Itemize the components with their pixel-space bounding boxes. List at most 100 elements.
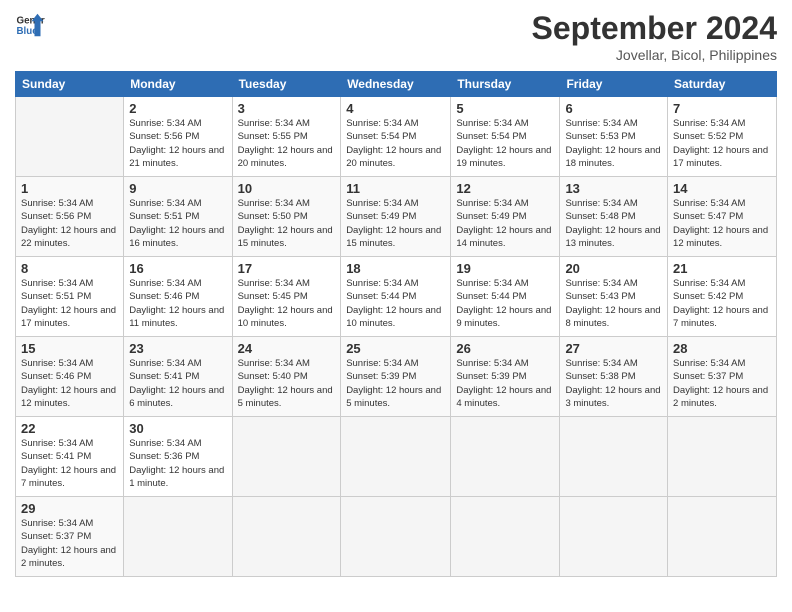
table-row: 23Sunrise: 5:34 AMSunset: 5:41 PMDayligh… — [124, 337, 232, 417]
day-detail: Sunrise: 5:34 AMSunset: 5:39 PMDaylight:… — [346, 357, 445, 410]
day-number: 21 — [673, 261, 771, 276]
table-row: 16Sunrise: 5:34 AMSunset: 5:46 PMDayligh… — [124, 257, 232, 337]
day-number: 16 — [129, 261, 226, 276]
calendar-week-row: 8Sunrise: 5:34 AMSunset: 5:51 PMDaylight… — [16, 257, 777, 337]
col-sunday: Sunday — [16, 72, 124, 97]
table-row: 15Sunrise: 5:34 AMSunset: 5:46 PMDayligh… — [16, 337, 124, 417]
day-detail: Sunrise: 5:34 AMSunset: 5:37 PMDaylight:… — [673, 357, 771, 410]
table-row: 4Sunrise: 5:34 AMSunset: 5:54 PMDaylight… — [341, 97, 451, 177]
table-row: 25Sunrise: 5:34 AMSunset: 5:39 PMDayligh… — [341, 337, 451, 417]
day-number: 20 — [565, 261, 662, 276]
table-row: 7Sunrise: 5:34 AMSunset: 5:52 PMDaylight… — [668, 97, 777, 177]
table-row — [341, 497, 451, 577]
day-number: 15 — [21, 341, 118, 356]
day-number: 8 — [21, 261, 118, 276]
day-detail: Sunrise: 5:34 AMSunset: 5:49 PMDaylight:… — [346, 197, 445, 250]
day-detail: Sunrise: 5:34 AMSunset: 5:46 PMDaylight:… — [129, 277, 226, 330]
day-detail: Sunrise: 5:34 AMSunset: 5:48 PMDaylight:… — [565, 197, 662, 250]
day-number: 6 — [565, 101, 662, 116]
day-number: 2 — [129, 101, 226, 116]
day-number: 26 — [456, 341, 554, 356]
table-row: 18Sunrise: 5:34 AMSunset: 5:44 PMDayligh… — [341, 257, 451, 337]
day-detail: Sunrise: 5:34 AMSunset: 5:56 PMDaylight:… — [129, 117, 226, 170]
table-row: 13Sunrise: 5:34 AMSunset: 5:48 PMDayligh… — [560, 177, 668, 257]
col-saturday: Saturday — [668, 72, 777, 97]
col-monday: Monday — [124, 72, 232, 97]
day-number: 14 — [673, 181, 771, 196]
day-number: 7 — [673, 101, 771, 116]
table-row — [341, 417, 451, 497]
table-row — [124, 497, 232, 577]
table-row — [668, 417, 777, 497]
col-friday: Friday — [560, 72, 668, 97]
day-number: 30 — [129, 421, 226, 436]
table-row: 12Sunrise: 5:34 AMSunset: 5:49 PMDayligh… — [451, 177, 560, 257]
table-row — [16, 97, 124, 177]
table-row: 17Sunrise: 5:34 AMSunset: 5:45 PMDayligh… — [232, 257, 341, 337]
col-wednesday: Wednesday — [341, 72, 451, 97]
table-row: 10Sunrise: 5:34 AMSunset: 5:50 PMDayligh… — [232, 177, 341, 257]
table-row: 9Sunrise: 5:34 AMSunset: 5:51 PMDaylight… — [124, 177, 232, 257]
table-row — [451, 417, 560, 497]
day-detail: Sunrise: 5:34 AMSunset: 5:46 PMDaylight:… — [21, 357, 118, 410]
day-detail: Sunrise: 5:34 AMSunset: 5:54 PMDaylight:… — [456, 117, 554, 170]
table-row: 8Sunrise: 5:34 AMSunset: 5:51 PMDaylight… — [16, 257, 124, 337]
day-detail: Sunrise: 5:34 AMSunset: 5:53 PMDaylight:… — [565, 117, 662, 170]
page-container: General Blue September 2024 Jovellar, Bi… — [0, 0, 792, 587]
table-row: 20Sunrise: 5:34 AMSunset: 5:43 PMDayligh… — [560, 257, 668, 337]
day-detail: Sunrise: 5:34 AMSunset: 5:54 PMDaylight:… — [346, 117, 445, 170]
day-number: 28 — [673, 341, 771, 356]
day-number: 25 — [346, 341, 445, 356]
day-number: 23 — [129, 341, 226, 356]
table-row — [560, 497, 668, 577]
day-detail: Sunrise: 5:34 AMSunset: 5:44 PMDaylight:… — [456, 277, 554, 330]
table-row: 11Sunrise: 5:34 AMSunset: 5:49 PMDayligh… — [341, 177, 451, 257]
day-number: 9 — [129, 181, 226, 196]
day-detail: Sunrise: 5:34 AMSunset: 5:51 PMDaylight:… — [21, 277, 118, 330]
day-detail: Sunrise: 5:34 AMSunset: 5:50 PMDaylight:… — [238, 197, 336, 250]
day-number: 19 — [456, 261, 554, 276]
day-number: 22 — [21, 421, 118, 436]
table-row: 26Sunrise: 5:34 AMSunset: 5:39 PMDayligh… — [451, 337, 560, 417]
calendar-week-row: 22Sunrise: 5:34 AMSunset: 5:41 PMDayligh… — [16, 417, 777, 497]
day-detail: Sunrise: 5:34 AMSunset: 5:36 PMDaylight:… — [129, 437, 226, 490]
calendar-week-row: 1Sunrise: 5:34 AMSunset: 5:56 PMDaylight… — [16, 177, 777, 257]
calendar-week-row: 29Sunrise: 5:34 AMSunset: 5:37 PMDayligh… — [16, 497, 777, 577]
table-row: 24Sunrise: 5:34 AMSunset: 5:40 PMDayligh… — [232, 337, 341, 417]
day-detail: Sunrise: 5:34 AMSunset: 5:38 PMDaylight:… — [565, 357, 662, 410]
calendar-week-row: 2Sunrise: 5:34 AMSunset: 5:56 PMDaylight… — [16, 97, 777, 177]
day-detail: Sunrise: 5:34 AMSunset: 5:37 PMDaylight:… — [21, 517, 118, 570]
logo-icon: General Blue — [15, 10, 45, 40]
table-row: 21Sunrise: 5:34 AMSunset: 5:42 PMDayligh… — [668, 257, 777, 337]
day-number: 4 — [346, 101, 445, 116]
table-row — [451, 497, 560, 577]
table-row — [232, 417, 341, 497]
day-number: 18 — [346, 261, 445, 276]
day-detail: Sunrise: 5:34 AMSunset: 5:52 PMDaylight:… — [673, 117, 771, 170]
day-number: 11 — [346, 181, 445, 196]
location-title: Jovellar, Bicol, Philippines — [532, 47, 777, 63]
table-row: 5Sunrise: 5:34 AMSunset: 5:54 PMDaylight… — [451, 97, 560, 177]
day-number: 12 — [456, 181, 554, 196]
table-row: 19Sunrise: 5:34 AMSunset: 5:44 PMDayligh… — [451, 257, 560, 337]
month-title: September 2024 — [532, 10, 777, 47]
logo: General Blue — [15, 10, 49, 40]
day-number: 1 — [21, 181, 118, 196]
day-detail: Sunrise: 5:34 AMSunset: 5:41 PMDaylight:… — [21, 437, 118, 490]
calendar-header-row: Sunday Monday Tuesday Wednesday Thursday… — [16, 72, 777, 97]
col-tuesday: Tuesday — [232, 72, 341, 97]
day-number: 17 — [238, 261, 336, 276]
day-detail: Sunrise: 5:34 AMSunset: 5:51 PMDaylight:… — [129, 197, 226, 250]
table-row — [232, 497, 341, 577]
day-detail: Sunrise: 5:34 AMSunset: 5:40 PMDaylight:… — [238, 357, 336, 410]
table-row: 22Sunrise: 5:34 AMSunset: 5:41 PMDayligh… — [16, 417, 124, 497]
table-row: 3Sunrise: 5:34 AMSunset: 5:55 PMDaylight… — [232, 97, 341, 177]
calendar-table: Sunday Monday Tuesday Wednesday Thursday… — [15, 71, 777, 577]
title-block: September 2024 Jovellar, Bicol, Philippi… — [532, 10, 777, 63]
table-row: 27Sunrise: 5:34 AMSunset: 5:38 PMDayligh… — [560, 337, 668, 417]
day-number: 10 — [238, 181, 336, 196]
day-detail: Sunrise: 5:34 AMSunset: 5:55 PMDaylight:… — [238, 117, 336, 170]
table-row: 6Sunrise: 5:34 AMSunset: 5:53 PMDaylight… — [560, 97, 668, 177]
calendar-week-row: 15Sunrise: 5:34 AMSunset: 5:46 PMDayligh… — [16, 337, 777, 417]
day-detail: Sunrise: 5:34 AMSunset: 5:41 PMDaylight:… — [129, 357, 226, 410]
